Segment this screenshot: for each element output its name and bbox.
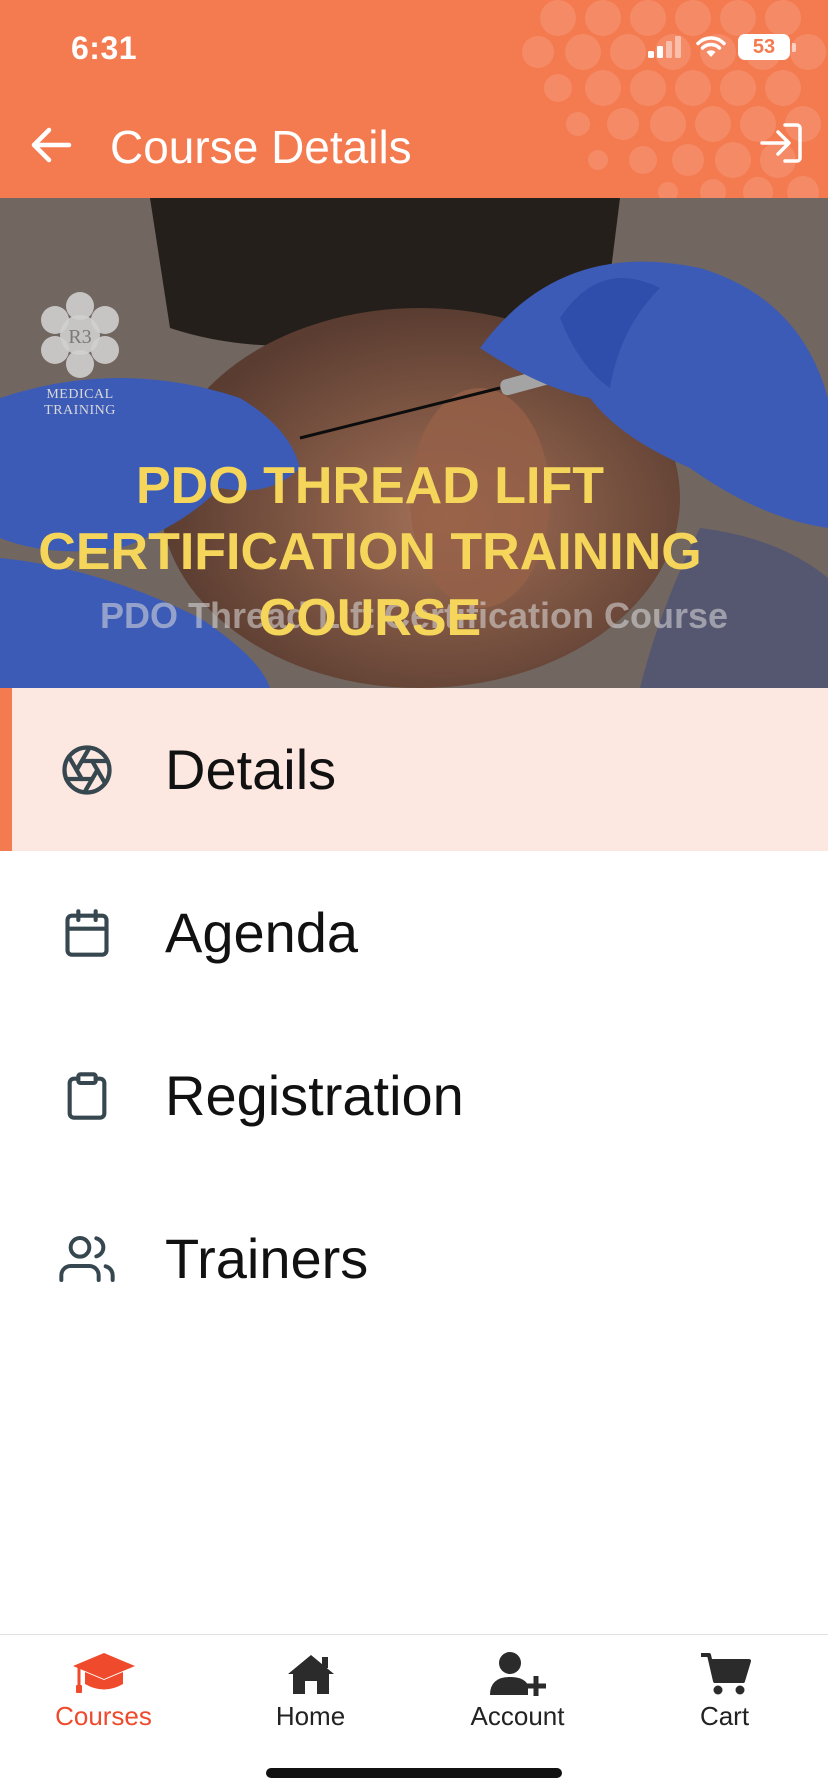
login-button[interactable] <box>754 116 808 170</box>
nav-label-courses: Courses <box>55 1701 152 1731</box>
status-icons: 53 <box>648 34 796 60</box>
app-header: 6:31 53 Course Details <box>0 0 828 198</box>
battery-indicator: 53 <box>738 34 796 60</box>
svg-text:R3: R3 <box>68 326 91 348</box>
r3-logo: R3 MEDICAL TRAINING <box>10 290 150 419</box>
status-time: 6:31 <box>71 30 138 66</box>
login-icon <box>760 123 802 163</box>
clipboard-icon <box>58 1067 116 1125</box>
signal-icon <box>648 36 681 58</box>
nav-account[interactable]: Account <box>414 1649 621 1739</box>
menu-label-details: Details <box>165 738 337 801</box>
users-icon <box>58 1230 116 1288</box>
back-button[interactable] <box>26 120 76 170</box>
menu-label-trainers: Trainers <box>165 1227 369 1290</box>
aperture-icon <box>58 741 116 799</box>
home-icon <box>287 1655 334 1694</box>
nav-label-cart: Cart <box>699 1701 750 1731</box>
wifi-icon <box>696 36 726 57</box>
nav-label-home: Home <box>275 1701 346 1731</box>
nav-cart[interactable]: Cart <box>621 1649 828 1739</box>
logo-text: MEDICAL TRAINING <box>44 387 116 418</box>
calendar-icon <box>58 904 116 962</box>
cart-icon <box>700 1653 751 1695</box>
page-title: Course Details <box>110 121 412 173</box>
course-menu: Details Agenda Registration Trainers <box>0 688 828 1340</box>
nav-home[interactable]: Home <box>207 1649 414 1739</box>
user-plus-icon <box>489 1652 546 1696</box>
course-banner: R3 MEDICAL TRAINING PDO THREAD LIFT CERT… <box>0 198 828 688</box>
graduation-cap-icon <box>72 1653 135 1693</box>
menu-item-agenda[interactable]: Agenda <box>0 851 828 1014</box>
arrow-left-icon <box>31 127 72 163</box>
home-indicator <box>266 1768 562 1778</box>
menu-item-registration[interactable]: Registration <box>0 1014 828 1177</box>
banner-title: PDO THREAD LIFT CERTIFICATION TRAINING C… <box>38 457 702 647</box>
menu-item-details[interactable]: Details <box>0 688 828 851</box>
menu-item-trainers[interactable]: Trainers <box>0 1177 828 1340</box>
logo-flower-icon: R3 <box>41 292 119 378</box>
menu-label-registration: Registration <box>165 1064 464 1127</box>
nav-label-account: Account <box>470 1701 565 1731</box>
nav-courses[interactable]: Courses <box>0 1649 207 1739</box>
menu-label-agenda: Agenda <box>165 901 359 964</box>
